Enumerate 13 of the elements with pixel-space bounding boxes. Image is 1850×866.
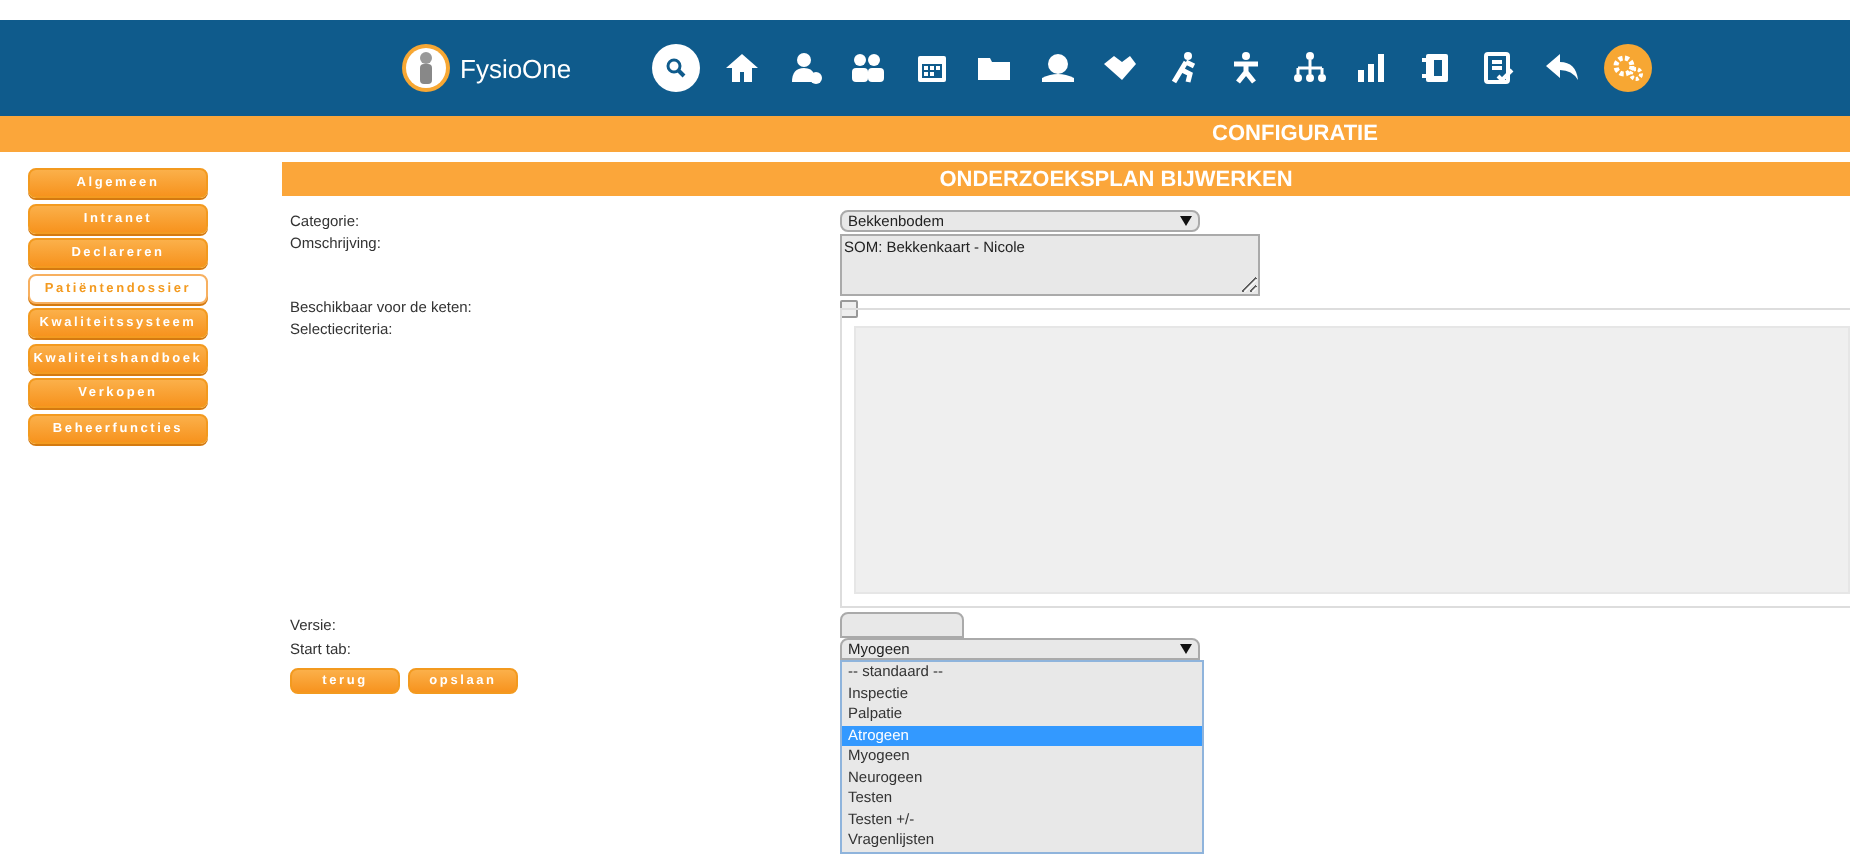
- section-title: CONFIGURATIE: [1212, 122, 1378, 146]
- caret-icon: [1180, 644, 1192, 654]
- logo-text: FysioOne: [460, 53, 572, 83]
- search-icon[interactable]: [651, 44, 700, 92]
- settings-icon[interactable]: [1604, 44, 1653, 92]
- logo-icon: [400, 42, 452, 94]
- version-field[interactable]: [840, 612, 964, 638]
- home-icon[interactable]: [722, 48, 763, 88]
- caret-icon: [1180, 216, 1192, 226]
- users-icon[interactable]: [848, 48, 889, 88]
- form-title: ONDERZOEKSPLAN BIJWERKEN: [939, 167, 1293, 191]
- checklist-icon[interactable]: [1478, 48, 1519, 88]
- hierarchy-icon[interactable]: [1289, 48, 1330, 88]
